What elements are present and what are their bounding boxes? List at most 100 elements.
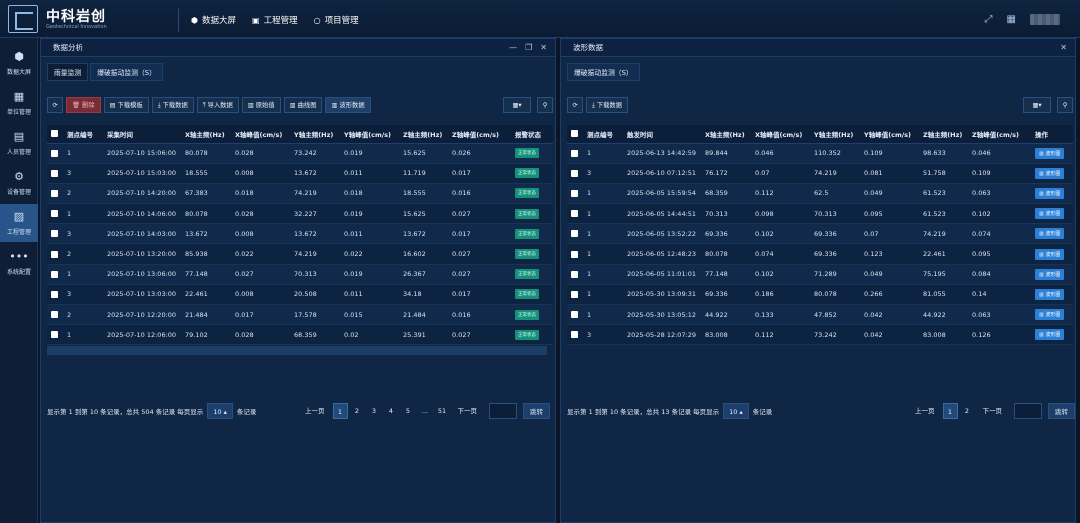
page-number[interactable]: ...: [418, 403, 433, 419]
sidebar-item-project[interactable]: ▨ 工程管理: [0, 204, 38, 242]
tab-blast-vibration[interactable]: 爆破振动监测（S）: [567, 63, 640, 81]
page-number[interactable]: 2: [960, 403, 975, 419]
waveform-button[interactable]: ▥ 波形图: [1035, 309, 1065, 321]
search-button[interactable]: ⚲: [1057, 97, 1073, 113]
columns-button[interactable]: ▦▾: [1023, 97, 1051, 113]
page-number[interactable]: 4: [384, 403, 399, 419]
row-checkbox[interactable]: [567, 183, 583, 205]
waveform-button[interactable]: ▥ 波形图: [1035, 329, 1065, 341]
avatar[interactable]: [1030, 14, 1060, 25]
row-checkbox[interactable]: [47, 324, 63, 346]
table-row: 1 2025-06-05 13:52:22 69.336 0.102 69.336 0.0…: [567, 223, 1073, 245]
tab-rainfall[interactable]: 雨量监测: [47, 63, 89, 81]
page-number[interactable]: 5: [401, 403, 416, 419]
sidebar-label: 单位管理: [6, 109, 31, 116]
waveform-button[interactable]: ▥ 波形图: [1035, 228, 1065, 240]
page-number[interactable]: 3: [367, 403, 382, 419]
download-data-button[interactable]: ⤓ 下载数据: [586, 97, 628, 113]
row-checkbox[interactable]: [567, 243, 583, 265]
row-checkbox[interactable]: [567, 324, 583, 346]
next-page-button[interactable]: 下一页: [977, 403, 1009, 419]
row-checkbox[interactable]: [47, 304, 63, 326]
delete-button[interactable]: 🗑 删除: [66, 97, 101, 113]
page-number[interactable]: 1: [332, 403, 348, 419]
minimize-icon[interactable]: —: [509, 43, 517, 52]
waveform-button[interactable]: ▥ 波形图: [1035, 208, 1065, 220]
row-checkbox[interactable]: [567, 284, 583, 306]
nav-data-screen[interactable]: ⬢ 数据大屏: [191, 8, 236, 32]
nav-project-mgmt[interactable]: ▣ 工程管理: [252, 8, 298, 32]
sidebar-item-data-screen[interactable]: ⬢ 数据大屏: [0, 44, 38, 82]
tab-blast-vibration[interactable]: 爆破振动监测（S）: [90, 63, 163, 81]
sidebar-item-personnel[interactable]: ▤ 人员管理: [0, 124, 38, 162]
row-checkbox[interactable]: [567, 143, 583, 164]
row-checkbox[interactable]: [567, 203, 583, 225]
page-number[interactable]: 1: [942, 403, 958, 419]
screen-icon[interactable]: ▦: [1007, 14, 1016, 25]
table-cell: 0.049: [860, 264, 919, 285]
page-jump-input[interactable]: [1014, 403, 1042, 419]
close-icon[interactable]: ✕: [540, 43, 547, 52]
table-cell: 16.602: [399, 243, 448, 265]
page-number[interactable]: 51: [435, 403, 450, 419]
page-size-select[interactable]: 10 ▴: [723, 403, 749, 419]
waveform-button[interactable]: ▥ 波形图: [1035, 187, 1065, 199]
download-template-button[interactable]: ▤ 下载模板: [103, 97, 149, 113]
row-checkbox[interactable]: [567, 223, 583, 245]
row-checkbox[interactable]: [567, 304, 583, 326]
row-checkbox[interactable]: [47, 243, 63, 265]
page-jump-input[interactable]: [489, 403, 517, 419]
jump-button[interactable]: 跳转: [523, 403, 550, 419]
sidebar-item-device[interactable]: ⚙ 设备管理: [0, 164, 38, 202]
table-cell: 0.028: [231, 324, 290, 346]
prev-page-button[interactable]: 上一页: [909, 403, 941, 419]
row-checkbox[interactable]: [47, 143, 63, 164]
table-cell: 0.018: [231, 183, 290, 205]
nav-item-mgmt[interactable]: ○ 项目管理: [314, 8, 359, 32]
restore-icon[interactable]: ❐: [525, 43, 532, 52]
column-header: Y轴主频(Hz): [810, 125, 860, 144]
horizontal-scrollbar[interactable]: [47, 346, 547, 355]
prev-page-button[interactable]: 上一页: [299, 403, 331, 419]
raw-value-button[interactable]: ▥ 原始值: [241, 97, 281, 113]
row-checkbox[interactable]: [47, 223, 63, 245]
curve-chart-button[interactable]: ▥ 曲线图: [283, 97, 323, 113]
refresh-button[interactable]: ⟳: [47, 97, 63, 113]
table-tools: ▦▾ ⚲: [503, 97, 553, 113]
sidebar-item-unit[interactable]: ▦ 单位管理: [0, 84, 38, 122]
waveform-button[interactable]: ▥ 波形图: [1035, 167, 1065, 179]
table-cell: 81.055: [919, 284, 968, 306]
row-checkbox[interactable]: [47, 284, 63, 306]
page-size-select[interactable]: 10 ▴: [207, 403, 233, 419]
row-checkbox[interactable]: [47, 203, 63, 225]
row-checkbox[interactable]: [47, 163, 63, 184]
waveform-button[interactable]: ▥ 波形图: [1035, 147, 1065, 159]
table-cell: 2025-06-05 15:59:54: [623, 183, 701, 205]
row-checkbox[interactable]: [47, 183, 63, 205]
select-all-checkbox[interactable]: [567, 125, 583, 144]
select-all-checkbox[interactable]: [47, 125, 63, 144]
next-page-button[interactable]: 下一页: [452, 403, 484, 419]
table-cell: 69.336: [810, 223, 860, 245]
waveform-button[interactable]: ▥ 波形图: [1035, 268, 1065, 280]
column-header: X轴主频(Hz): [181, 125, 231, 144]
sidebar-item-system[interactable]: ••• 系统配置: [0, 244, 38, 282]
columns-button[interactable]: ▦▾: [503, 97, 531, 113]
button-label: 导入数据: [207, 102, 233, 109]
row-checkbox[interactable]: [567, 264, 583, 285]
row-checkbox[interactable]: [47, 264, 63, 285]
jump-button[interactable]: 跳转: [1048, 403, 1075, 419]
import-data-button[interactable]: ⤒ 导入数据: [196, 97, 239, 113]
refresh-button[interactable]: ⟳: [567, 97, 583, 113]
waveform-button[interactable]: ▥ 波形图: [1035, 288, 1065, 300]
close-icon[interactable]: ✕: [1060, 43, 1067, 52]
table-cell: ▥ 波形图: [1031, 284, 1073, 306]
page-number[interactable]: 2: [350, 403, 365, 419]
fullscreen-icon[interactable]: ⤢: [985, 14, 993, 25]
search-button[interactable]: ⚲: [537, 97, 553, 113]
download-data-button[interactable]: ⤓ 下载数据: [151, 97, 194, 113]
row-checkbox[interactable]: [567, 163, 583, 184]
waveform-button[interactable]: ▥ 波形图: [1035, 248, 1065, 260]
waveform-data-button[interactable]: ▥ 波形数据: [325, 97, 371, 113]
table-cell: 34.18: [399, 284, 448, 306]
